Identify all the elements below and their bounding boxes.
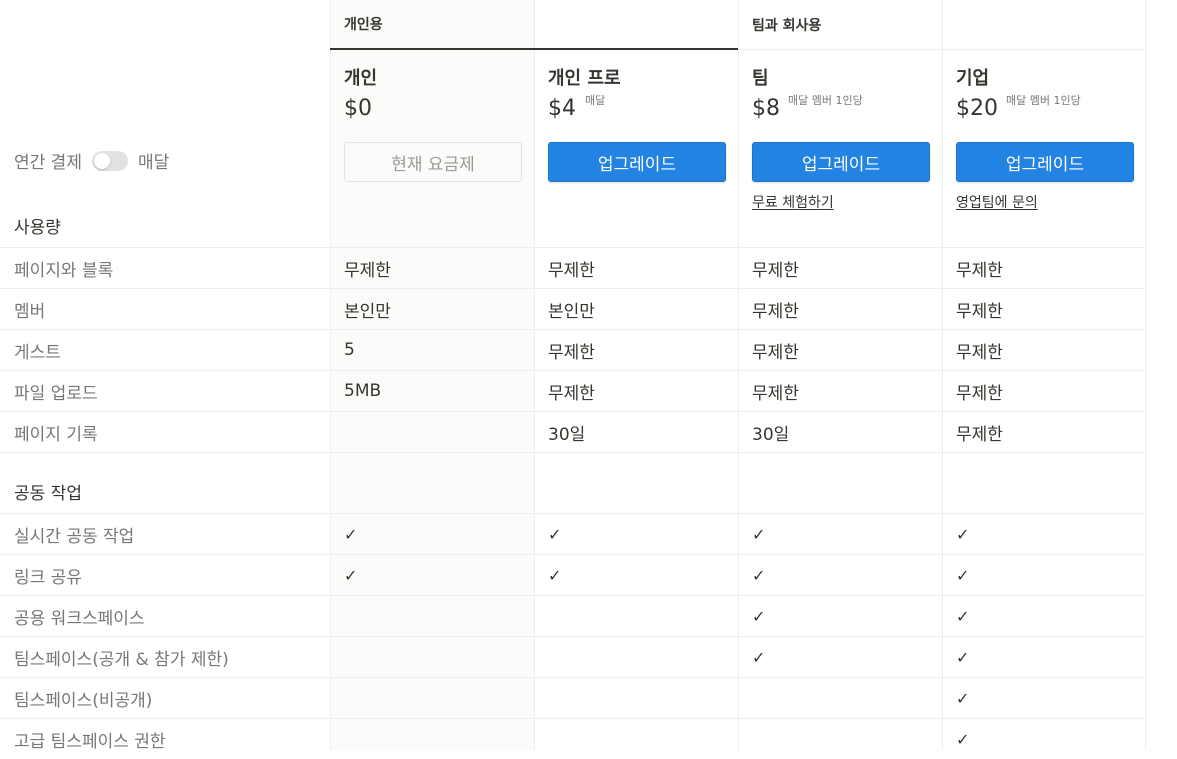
row-label: 고급 팀스페이스 권한: [14, 731, 166, 752]
row-label: 게스트: [14, 342, 61, 363]
section-divider: [0, 452, 1145, 453]
row-value: 무제한: [956, 342, 1003, 363]
billing-toggle-group: 연간 결제 매달: [14, 148, 169, 173]
free-trial-link[interactable]: 무료 체험하기: [752, 192, 834, 212]
group-header-label: 개인용: [344, 17, 383, 33]
upgrade-button[interactable]: 업그레이드: [956, 142, 1134, 182]
table-row: 공용 워크스페이스 ✓ ✓: [0, 595, 1145, 636]
plan-price-note: 매달 멤버 1인당: [1006, 94, 1081, 107]
row-value: 무제한: [956, 301, 1003, 322]
table-row: 링크 공유 ✓ ✓ ✓ ✓: [0, 554, 1145, 595]
upgrade-button[interactable]: 업그레이드: [548, 142, 726, 182]
row-value: 5MB: [344, 381, 382, 401]
table-row: 멤버 본인만 본인만 무제한 무제한: [0, 288, 1145, 329]
row-value: 무제한: [956, 260, 1003, 281]
row-value: 무제한: [956, 383, 1003, 404]
pricing-page: 개인용 팀과 회사용 개인 $0 현재 요금제 개인 프로 $4 매달 업그레이…: [0, 0, 1177, 752]
table-row: 팀스페이스(공개 & 참가 제한) ✓ ✓: [0, 636, 1145, 677]
group-header-team: 팀과 회사용: [738, 0, 1145, 50]
column-divider: [1145, 0, 1146, 750]
check-icon: ✓: [752, 565, 766, 585]
plan-price-note: 매달 멤버 1인당: [788, 94, 863, 107]
table-row: 파일 업로드 5MB 무제한 무제한 무제한: [0, 370, 1145, 411]
group-header-label: 팀과 회사용: [752, 17, 822, 34]
check-icon: ✓: [548, 565, 562, 585]
contact-sales-link[interactable]: 영업팀에 문의: [956, 192, 1038, 212]
table-row: 게스트 5 무제한 무제한 무제한: [0, 329, 1145, 370]
table-row: 페이지 기록 30일 30일 무제한: [0, 411, 1145, 452]
billing-toggle[interactable]: [91, 150, 128, 171]
row-label: 팀스페이스(공개 & 참가 제한): [14, 649, 229, 670]
check-icon: ✓: [752, 606, 766, 626]
row-label: 파일 업로드: [14, 383, 98, 404]
plan-price: $0: [344, 96, 372, 121]
row-label: 공용 워크스페이스: [14, 608, 145, 629]
current-plan-button: 현재 요금제: [344, 142, 522, 182]
plan-name: 팀: [752, 68, 769, 89]
row-value: 무제한: [752, 301, 799, 322]
row-label: 페이지 기록: [14, 424, 98, 445]
row-value: 무제한: [344, 260, 391, 281]
check-icon: ✓: [956, 606, 970, 626]
check-icon: ✓: [344, 565, 358, 585]
plan-price-note: 매달: [585, 94, 606, 107]
row-value: 무제한: [752, 383, 799, 404]
plan-price: $20: [956, 96, 998, 121]
plan-name: 개인: [344, 68, 378, 89]
plan-price: $4: [548, 96, 576, 121]
row-value: 본인만: [548, 301, 595, 322]
row-value: 무제한: [752, 342, 799, 363]
row-value: 무제한: [956, 424, 1003, 445]
check-icon: ✓: [956, 524, 970, 544]
plan-name: 개인 프로: [548, 68, 621, 89]
check-icon: ✓: [956, 688, 970, 708]
check-icon: ✓: [956, 565, 970, 585]
row-label: 링크 공유: [14, 567, 82, 588]
table-row: 고급 팀스페이스 권한 ✓: [0, 718, 1145, 759]
row-label: 실시간 공동 작업: [14, 526, 135, 547]
row-label: 페이지와 블록: [14, 260, 114, 281]
monthly-billing-label: 매달: [137, 153, 170, 173]
check-icon: ✓: [752, 524, 766, 544]
table-row: 페이지와 블록 무제한 무제한 무제한 무제한: [0, 247, 1145, 288]
check-icon: ✓: [752, 647, 766, 667]
row-value: 30일: [548, 424, 586, 445]
row-value: 무제한: [548, 383, 595, 404]
row-label: 팀스페이스(비공개): [14, 690, 153, 711]
annual-billing-label: 연간 결제: [14, 153, 82, 173]
group-header-personal: 개인용: [330, 0, 738, 50]
table-row: 팀스페이스(비공개) ✓: [0, 677, 1145, 718]
check-icon: ✓: [548, 524, 562, 544]
row-value: 무제한: [548, 342, 595, 363]
row-value: 5: [344, 340, 355, 360]
check-icon: ✓: [956, 729, 970, 749]
row-value: 30일: [752, 424, 790, 445]
section-title-collaboration: 공동 작업: [14, 484, 82, 504]
row-label: 멤버: [14, 301, 46, 322]
table-row: 실시간 공동 작업 ✓ ✓ ✓ ✓: [0, 513, 1145, 554]
row-value: 본인만: [344, 301, 391, 322]
check-icon: ✓: [956, 647, 970, 667]
plan-price: $8: [752, 96, 780, 121]
upgrade-button[interactable]: 업그레이드: [752, 142, 930, 182]
section-title-usage: 사용량: [14, 218, 61, 238]
row-value: 무제한: [548, 260, 595, 281]
plan-name: 기업: [956, 68, 990, 89]
row-value: 무제한: [752, 260, 799, 281]
toggle-knob: [93, 152, 110, 169]
check-icon: ✓: [344, 524, 358, 544]
